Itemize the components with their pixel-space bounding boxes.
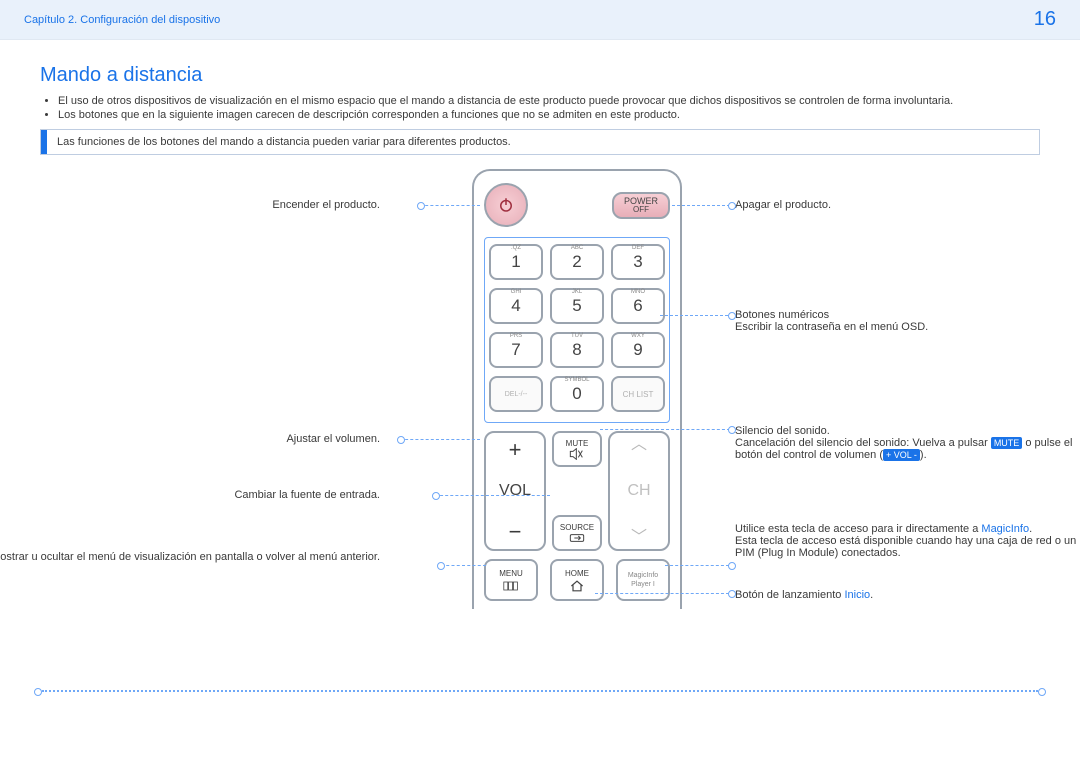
page-divider xyxy=(42,690,1038,692)
menu-button: MENU xyxy=(484,559,538,601)
key-1: .QZ1 xyxy=(489,244,543,280)
channel-rocker: ︿ CH ﹀ xyxy=(608,431,670,551)
key-del: DEL-/-- xyxy=(489,376,543,412)
minus-icon: − xyxy=(509,521,522,543)
numeric-keypad: .QZ1 ABC2 DEF3 GHI4 JKL5 MNO6 PRS7 TUV8 … xyxy=(484,237,670,423)
label-volume: Ajustar el volumen. xyxy=(286,433,380,445)
bullet-2: Los botones que en la siguiente imagen c… xyxy=(58,109,1040,121)
power-off-label-2: OFF xyxy=(618,206,664,214)
mute-button: MUTE xyxy=(552,431,602,467)
breadcrumb: Capítulo 2. Configuración del dispositiv… xyxy=(24,14,220,26)
remote-body: POWER OFF .QZ1 ABC2 DEF3 GHI4 JKL5 MNO6 … xyxy=(472,169,682,609)
menu-icon xyxy=(503,580,519,592)
home-label: HOME xyxy=(565,569,589,578)
magicinfo-label-2: Player I xyxy=(631,581,655,588)
label-source: Cambiar la fuente de entrada. xyxy=(234,489,380,501)
label-home: Botón de lanzamiento Inicio. xyxy=(735,589,873,601)
label-numbers: Botones numéricos Escribir la contraseña… xyxy=(735,309,928,333)
power-off-button: POWER OFF xyxy=(612,192,670,219)
source-icon xyxy=(569,532,585,544)
vol-tag: + VOL - xyxy=(883,449,920,461)
magicinfo-label-1: MagicInfo xyxy=(628,572,658,579)
source-label: SOURCE xyxy=(560,523,594,532)
key-5: JKL5 xyxy=(550,288,604,324)
label-power-on: Encender el producto. xyxy=(272,199,380,211)
vol-label: VOL xyxy=(499,482,531,500)
intro-bullets: El uso de otros dispositivos de visualiz… xyxy=(40,95,1040,121)
power-on-button xyxy=(484,183,528,227)
source-button: SOURCE xyxy=(552,515,602,551)
key-0: SYMBOL0 xyxy=(550,376,604,412)
label-mute: Silencio del sonido. Cancelación del sil… xyxy=(735,425,1080,461)
page-number: 16 xyxy=(1034,8,1056,31)
mute-tag: MUTE xyxy=(991,437,1023,449)
home-icon xyxy=(569,580,585,592)
key-8: TUV8 xyxy=(550,332,604,368)
power-icon xyxy=(497,196,515,214)
page-title: Mando a distancia xyxy=(40,64,1040,87)
key-4: GHI4 xyxy=(489,288,543,324)
chevron-up-icon: ︿ xyxy=(631,439,647,450)
chevron-down-icon: ﹀ xyxy=(631,532,647,543)
mute-icon xyxy=(569,448,585,460)
key-chlist: CH LIST xyxy=(611,376,665,412)
key-2: ABC2 xyxy=(550,244,604,280)
key-9: WXY9 xyxy=(611,332,665,368)
volume-rocker: + VOL − xyxy=(484,431,546,551)
label-power-off: Apagar el producto. xyxy=(735,199,831,211)
label-magicinfo: Utilice esta tecla de acceso para ir dir… xyxy=(735,523,1080,559)
note-text: Las funciones de los botones del mando a… xyxy=(47,130,521,154)
key-7: PRS7 xyxy=(489,332,543,368)
label-menu: Mostrar u ocultar el menú de visualizaci… xyxy=(0,551,380,563)
plus-icon: + xyxy=(509,439,522,461)
key-3: DEF3 xyxy=(611,244,665,280)
key-6: MNO6 xyxy=(611,288,665,324)
header-bar: Capítulo 2. Configuración del dispositiv… xyxy=(0,0,1080,40)
mute-label: MUTE xyxy=(566,439,589,448)
menu-label: MENU xyxy=(499,569,523,578)
remote-diagram: POWER OFF .QZ1 ABC2 DEF3 GHI4 JKL5 MNO6 … xyxy=(40,169,1040,649)
note-bar: Las funciones de los botones del mando a… xyxy=(40,129,1040,155)
ch-label: CH xyxy=(627,482,650,500)
bullet-1: El uso de otros dispositivos de visualiz… xyxy=(58,95,1040,107)
